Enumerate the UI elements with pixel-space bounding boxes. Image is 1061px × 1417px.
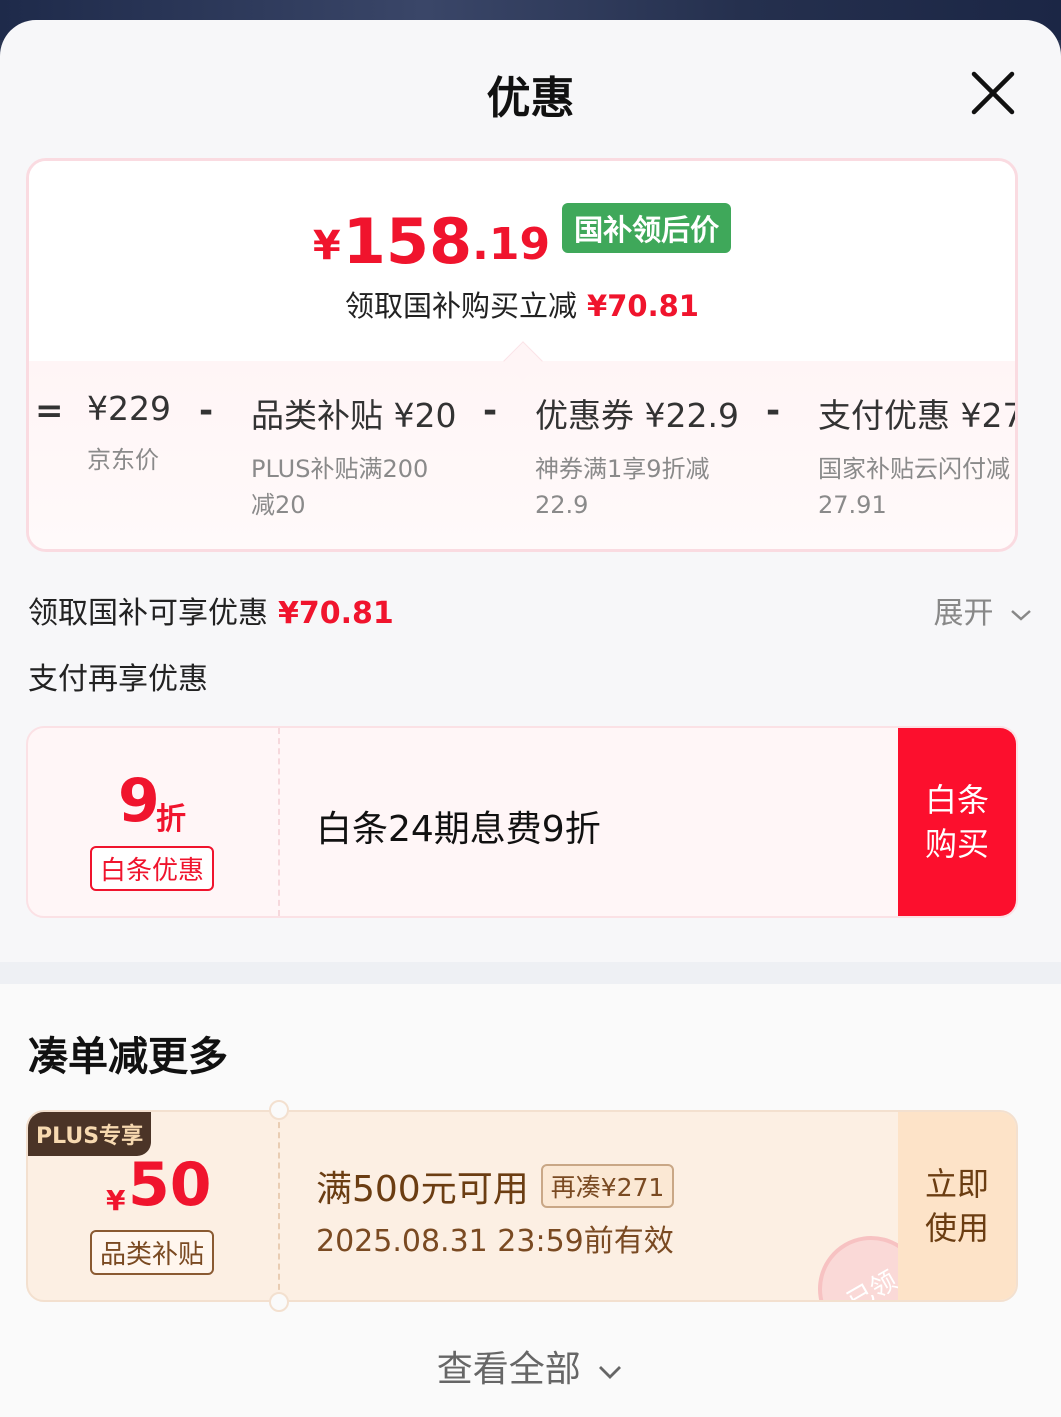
breakdown-sub-2: 22.9	[535, 491, 589, 519]
plus-exclusive-badge: PLUS专享	[28, 1112, 152, 1156]
breakdown-item-coupon: 优惠券 ¥22.9 神券满1享9折减 22.9	[535, 389, 739, 523]
coupon-condition: 满500元可用 再凑¥271	[316, 1160, 675, 1212]
breakdown-main: 支付优惠 ¥27	[818, 396, 1018, 435]
minus-operator: -	[766, 391, 781, 431]
equals-operator: =	[35, 391, 64, 431]
price-currency: ¥	[312, 223, 341, 269]
minus-operator: -	[199, 391, 214, 431]
breakdown-sub-2: 27.91	[818, 491, 887, 519]
offer-title: 白条24期息费9折	[316, 809, 601, 850]
save-line: 领取国补购买立减 ¥70.81	[29, 283, 1015, 325]
breakdown-sub: 京东价	[87, 446, 159, 474]
price-decimal: .19	[472, 219, 551, 270]
coupon-notch-top	[269, 1100, 289, 1120]
subsidy-summary-amount: ¥70.81	[278, 596, 394, 631]
subsidy-summary-row: 领取国补可享优惠 ¥70.81 展开	[28, 588, 1033, 631]
breakdown-main: 优惠券 ¥22.9	[535, 396, 739, 435]
breakdown-main: 品类补贴 ¥20	[251, 396, 457, 435]
coupon-amount: 50	[128, 1150, 212, 1220]
chevron-down-icon	[1011, 610, 1031, 621]
subsidy-price-tag: 国补领后价	[562, 203, 732, 253]
section-divider	[0, 962, 1061, 984]
offer-value: 9 折 白条优惠	[28, 728, 280, 916]
minus-operator: -	[483, 391, 498, 431]
coupon-type-tag: 品类补贴	[90, 1230, 215, 1275]
final-price: ¥ 158 .19 国补领后价	[29, 203, 1015, 278]
sheet-title: 优惠	[486, 73, 575, 124]
offer-type-tag: 白条优惠	[90, 846, 215, 891]
expand-label: 展开	[933, 596, 994, 631]
view-all-button[interactable]: 查看全部	[0, 1340, 1061, 1392]
sheet-header: 优惠	[0, 20, 1061, 160]
final-price-area: ¥ 158 .19 国补领后价 领取国补购买立减 ¥70.81	[29, 161, 1015, 361]
coupon-currency: ¥	[106, 1184, 126, 1217]
coupon-condition-text: 满500元可用	[316, 1169, 529, 1210]
breakdown-sub: 国家补贴云闪付减	[818, 455, 1010, 483]
breakdown-main: ¥229	[87, 389, 171, 428]
coupon-notch-bottom	[269, 1292, 289, 1312]
coupon-card[interactable]: ¥ 50 品类补贴 PLUS专享 满500元可用 再凑¥271 2025.08.…	[26, 1110, 1018, 1302]
breakdown-sub: PLUS补贴满200	[251, 455, 429, 483]
save-amount: ¥70.81	[587, 289, 699, 323]
view-all-label: 查看全部	[436, 1349, 581, 1390]
discount-unit: 折	[156, 802, 186, 837]
chevron-down-icon	[599, 1366, 622, 1379]
use-now-button[interactable]: 立即 使用	[898, 1112, 1016, 1300]
breakdown-item-category-subsidy: 品类补贴 ¥20 PLUS补贴满200 减20	[251, 389, 456, 523]
coupon-remaining-tag: 再凑¥271	[540, 1164, 675, 1208]
button-line-1: 立即	[924, 1165, 989, 1203]
discount-sheet: 优惠 ¥ 158 .19 国补领后价 领取国补购买立减 ¥70.81 = ¥229	[0, 20, 1061, 1417]
breakdown-item-payment: 支付优惠 ¥27 国家补贴云闪付减 27.91	[818, 389, 1018, 523]
breakdown-sub: 神券满1享9折减	[535, 455, 710, 483]
discount-number: 9	[118, 766, 160, 836]
breakdown-item-jd-price: ¥229 京东价	[87, 389, 171, 478]
price-integer: 158	[342, 205, 473, 278]
close-icon[interactable]	[966, 66, 1020, 120]
bundle-title: 凑单减更多	[28, 1034, 228, 1080]
baitiao-offer-card[interactable]: 9 折 白条优惠 白条24期息费9折 白条 购买	[26, 726, 1018, 918]
breakdown-sub-2: 减20	[251, 491, 306, 519]
button-line-2: 使用	[924, 1209, 989, 1247]
save-text: 领取国补购买立减	[345, 289, 578, 323]
price-summary-card: ¥ 158 .19 国补领后价 领取国补购买立减 ¥70.81 = ¥229 京东…	[26, 158, 1018, 552]
price-breakdown[interactable]: = ¥229 京东价 - 品类补贴 ¥20 PLUS补贴满200 减20 - 优…	[29, 361, 1018, 549]
pay-section-label: 支付再享优惠	[28, 662, 208, 697]
subsidy-summary-label: 领取国补可享优惠	[28, 596, 268, 631]
button-line-1: 白条	[924, 781, 989, 819]
expand-button[interactable]: 展开	[933, 588, 1033, 632]
baitiao-buy-button[interactable]: 白条 购买	[898, 728, 1016, 916]
coupon-validity: 2025.08.31 23:59前有效	[316, 1224, 674, 1259]
button-line-2: 购买	[924, 825, 989, 863]
